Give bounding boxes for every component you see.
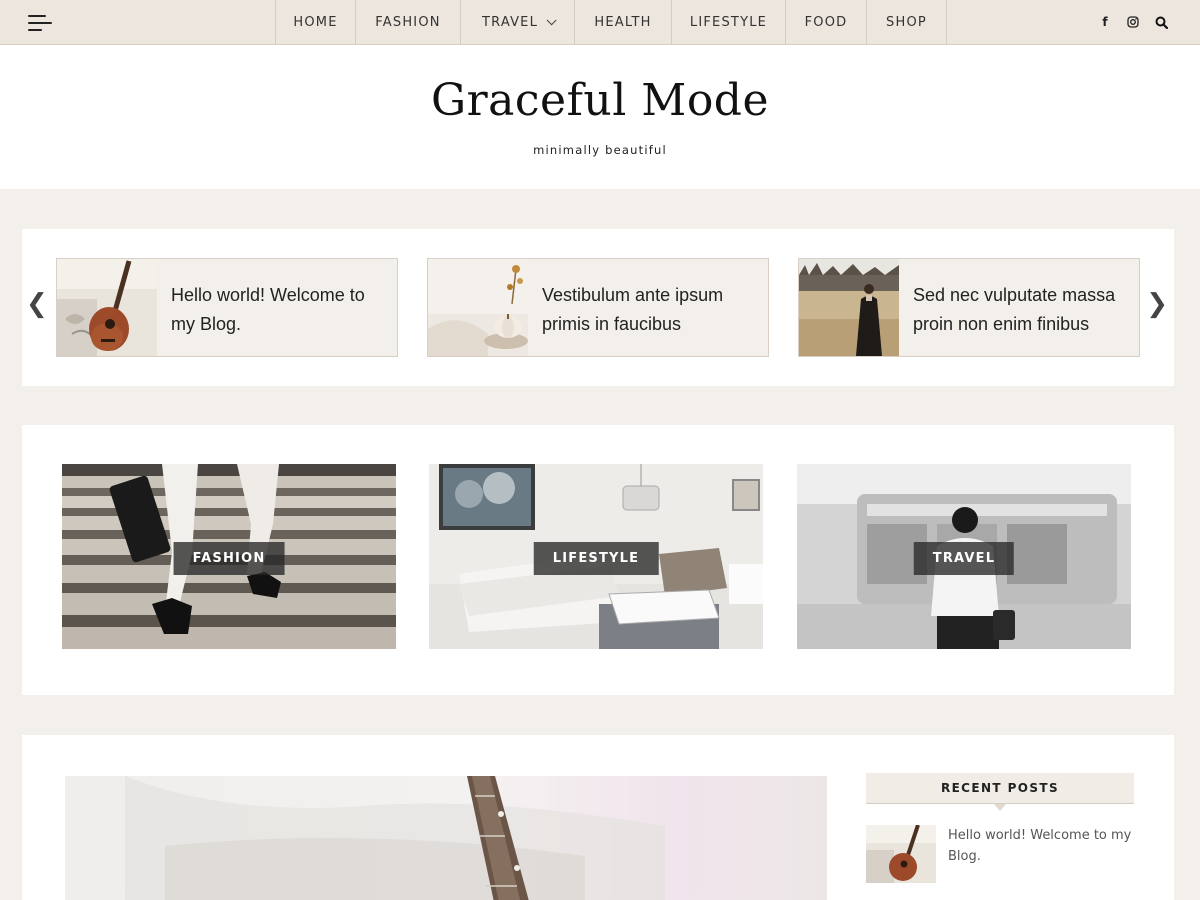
carousel-slide[interactable]: Vestibulum ante ipsum primis in faucibus — [427, 258, 769, 357]
category-card-travel[interactable]: TRAVEL — [797, 464, 1131, 649]
woman-field-thumbnail — [799, 259, 899, 356]
carousel-prev-arrow-icon[interactable]: ❮ — [26, 291, 48, 317]
heading-notch — [994, 804, 1006, 811]
carousel-next-arrow-icon[interactable]: ❯ — [1146, 291, 1168, 317]
carousel-slide-title[interactable]: Hello world! Welcome to my Blog. — [157, 259, 397, 356]
nav-item-shop[interactable]: SHOP — [867, 0, 947, 45]
nav-item-travel[interactable]: TRAVEL — [461, 0, 575, 45]
recent-post-item[interactable]: Hello world! Welcome to my Blog. — [866, 825, 1134, 883]
nav-item-fashion[interactable]: FASHION — [356, 0, 461, 45]
facebook-icon[interactable]: f — [1098, 14, 1112, 30]
category-section: FASHION LIFESTYLE TRAVEL — [22, 425, 1174, 695]
carousel-slide-title[interactable]: Vestibulum ante ipsum primis in faucibus — [528, 259, 768, 356]
search-icon[interactable] — [1154, 14, 1168, 30]
site-title[interactable]: Graceful Mode — [0, 75, 1200, 126]
menu-icon[interactable] — [28, 14, 52, 32]
category-label[interactable]: FASHION — [173, 542, 285, 575]
social-links: f — [1098, 14, 1168, 30]
category-card-fashion[interactable]: FASHION — [62, 464, 396, 649]
recent-posts-heading: RECENT POSTS — [866, 773, 1134, 811]
carousel-slide[interactable]: Sed nec vulputate massa proin non enim f… — [798, 258, 1140, 357]
site-tagline: minimally beautiful — [533, 143, 667, 157]
recent-post-title[interactable]: Hello world! Welcome to my Blog. — [936, 825, 1134, 883]
category-label[interactable]: LIFESTYLE — [533, 542, 659, 575]
site-header: Graceful Mode minimally beautiful — [0, 45, 1200, 189]
carousel-slide[interactable]: Hello world! Welcome to my Blog. — [56, 258, 398, 357]
guitar-featured-image — [65, 776, 827, 900]
main-content: RECENT POSTS Hello world! Welcome to my … — [22, 735, 1174, 900]
recent-post-thumbnail — [866, 825, 936, 883]
guitar-thumbnail — [57, 259, 157, 356]
category-card-lifestyle[interactable]: LIFESTYLE — [429, 464, 763, 649]
nav-item-lifestyle[interactable]: LIFESTYLE — [672, 0, 786, 45]
nav-item-health[interactable]: HEALTH — [575, 0, 672, 45]
instagram-icon[interactable] — [1126, 14, 1140, 30]
featured-post-image[interactable] — [65, 776, 827, 900]
top-navigation-bar: HOME FASHION TRAVEL HEALTH LIFESTYLE FOO… — [0, 0, 1200, 45]
chevron-down-icon — [546, 15, 557, 26]
carousel-slide-title[interactable]: Sed nec vulputate massa proin non enim f… — [899, 259, 1139, 356]
post-carousel: ❮ Hello world! Welcome to my Blog. Vesti… — [22, 229, 1174, 386]
nav-item-food[interactable]: FOOD — [786, 0, 867, 45]
main-menu: HOME FASHION TRAVEL HEALTH LIFESTYLE FOO… — [275, 0, 947, 45]
nav-item-home[interactable]: HOME — [276, 0, 356, 45]
category-label[interactable]: TRAVEL — [913, 542, 1015, 575]
pumpkin-thumbnail — [428, 259, 528, 356]
